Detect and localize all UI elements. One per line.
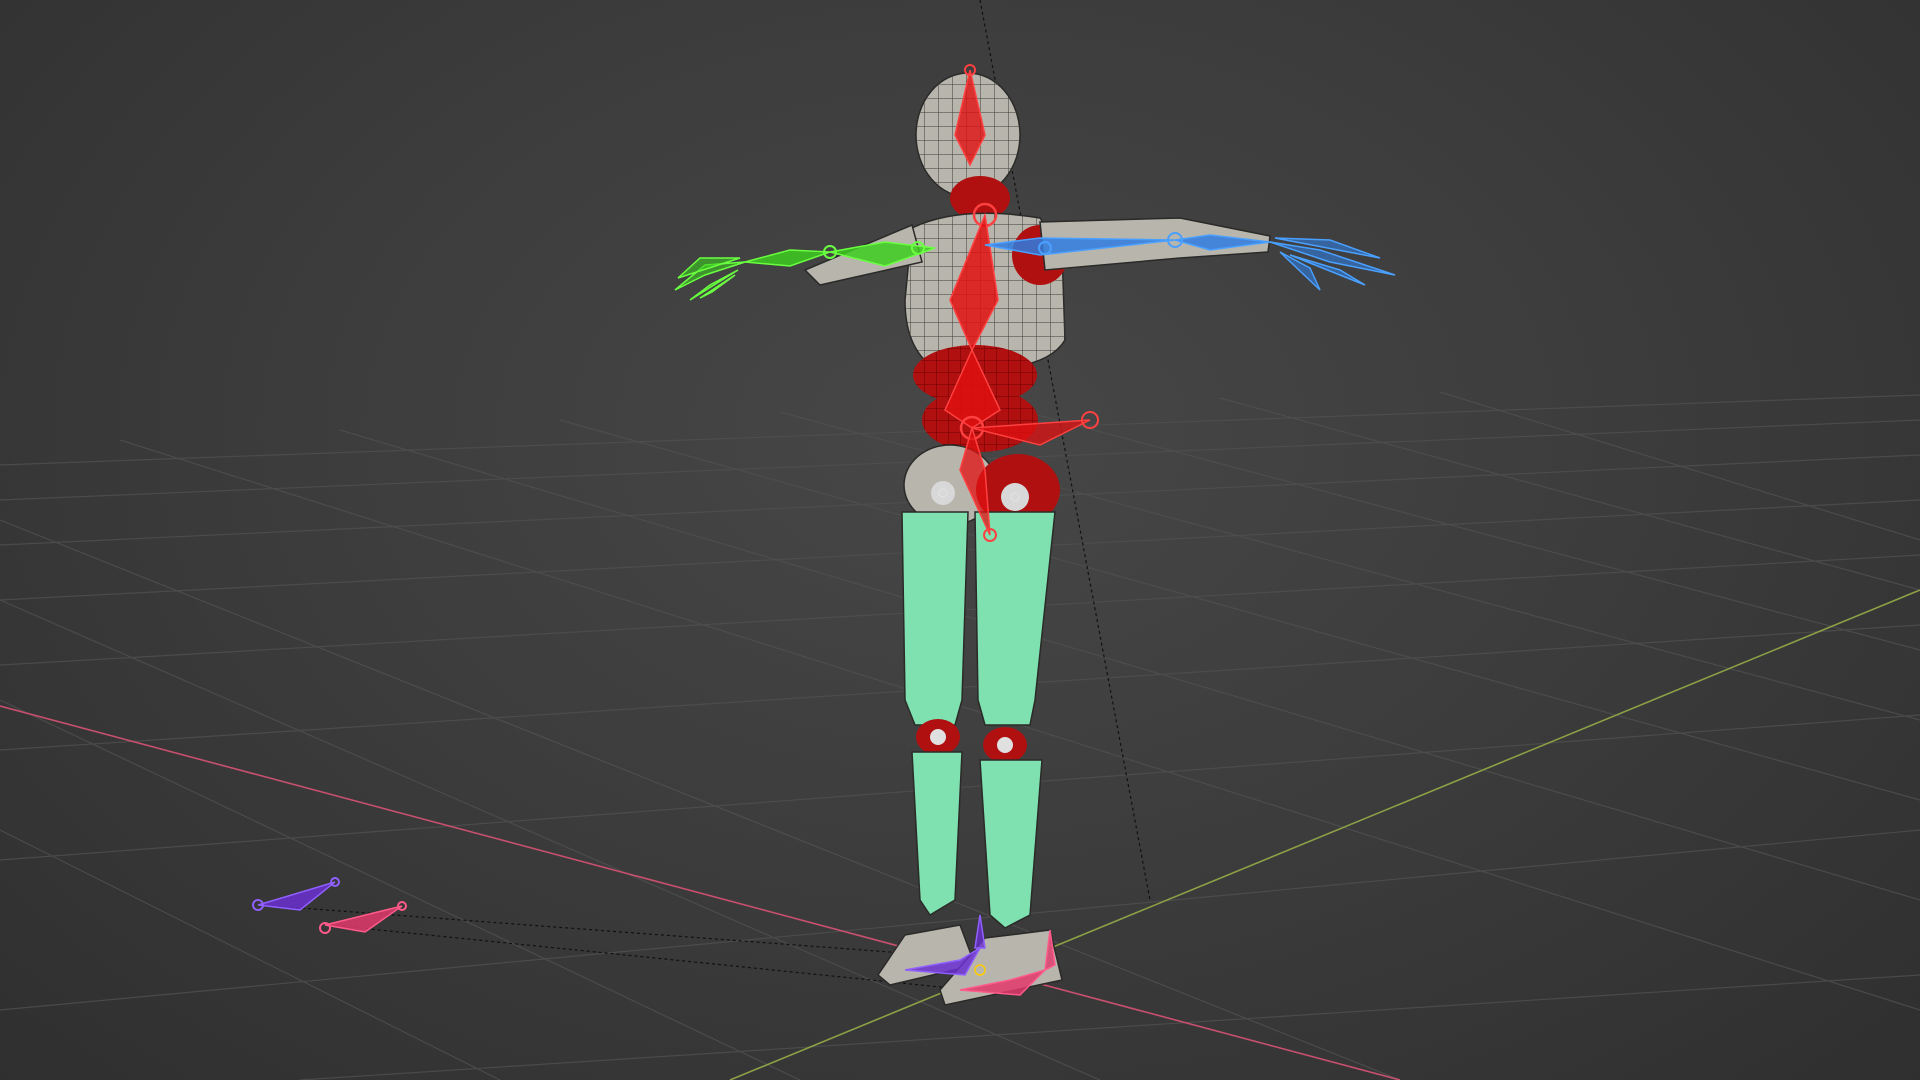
ik-control-right[interactable] xyxy=(324,905,403,933)
ik-control-left[interactable] xyxy=(257,881,336,911)
right-thigh-mesh[interactable] xyxy=(974,511,1056,726)
hand-left-bones[interactable] xyxy=(674,257,746,301)
x-axis-line xyxy=(0,705,1401,1080)
toe-left-bone[interactable] xyxy=(974,914,986,949)
armature[interactable] xyxy=(252,64,1396,996)
right-shin-mesh[interactable] xyxy=(979,759,1043,929)
left-thigh-mesh[interactable] xyxy=(901,511,969,726)
forearm-left-bone[interactable] xyxy=(744,249,831,267)
left-shin-mesh[interactable] xyxy=(911,751,963,917)
hand-right-bones[interactable] xyxy=(1269,237,1396,291)
character-mesh[interactable] xyxy=(803,72,1271,1006)
3d-viewport[interactable] xyxy=(0,0,1920,1080)
